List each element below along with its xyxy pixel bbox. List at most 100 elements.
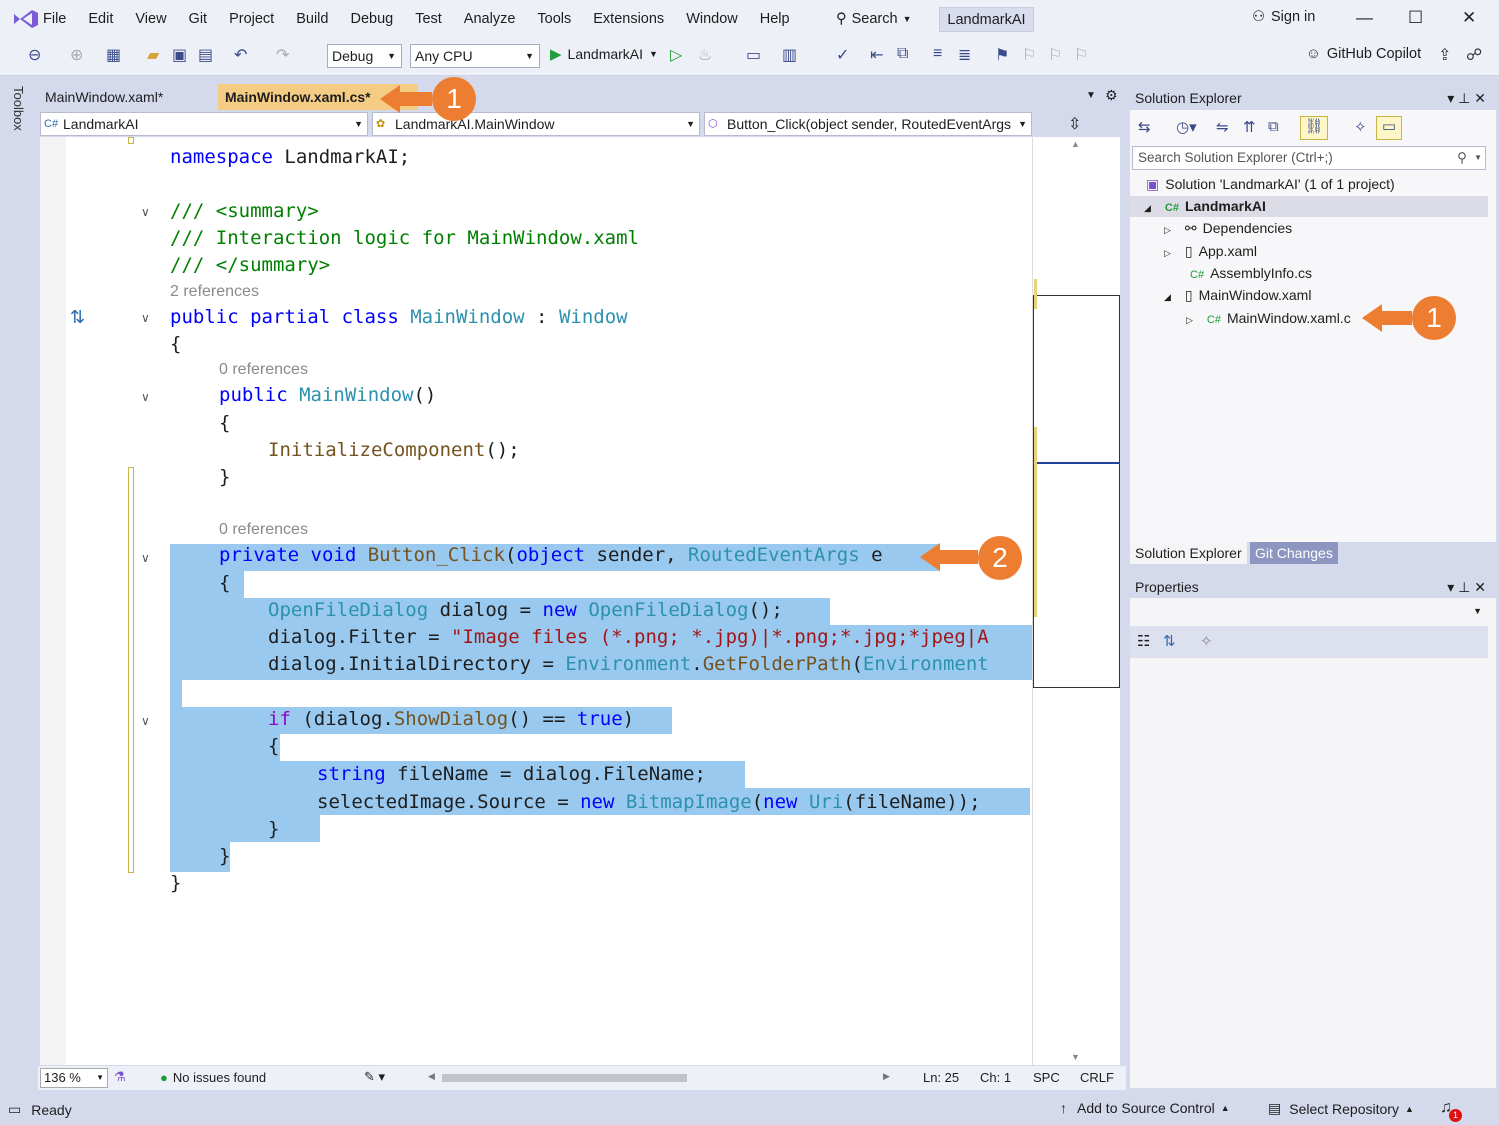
menu-git[interactable]: Git: [189, 11, 208, 27]
bookmark-icon[interactable]: ⚑: [995, 45, 1009, 65]
bookmark-clear-icon[interactable]: ⚐: [1074, 45, 1088, 65]
browse-icon[interactable]: ▭: [746, 45, 761, 65]
sign-in-button[interactable]: ⚇ Sign in: [1252, 9, 1315, 25]
tab-list-icon[interactable]: ▼: [1086, 90, 1096, 101]
history-icon[interactable]: ◷▾: [1176, 118, 1197, 136]
layout-icon[interactable]: ▥: [782, 45, 797, 65]
scroll-up-icon[interactable]: ▲: [1071, 139, 1080, 149]
start-debugging-button[interactable]: ▶ LandmarkAI ▼: [550, 45, 658, 63]
scrollbar-minimap[interactable]: ▲ ▼: [1032, 137, 1120, 1065]
outdent-icon[interactable]: ≣: [958, 45, 971, 65]
code-lens-references[interactable]: 0 references: [219, 361, 308, 379]
tree-item-solution[interactable]: ▣ Solution 'LandmarkAI' (1 of 1 project): [1146, 176, 1395, 193]
search-button[interactable]: ⚲ Search ▼: [836, 7, 912, 31]
select-repository-button[interactable]: ▤ Select Repository ▲: [1268, 1100, 1414, 1117]
share-icon[interactable]: ⇪: [1438, 45, 1451, 65]
menu-project[interactable]: Project: [229, 11, 274, 27]
menu-debug[interactable]: Debug: [350, 11, 393, 27]
minimize-icon[interactable]: —: [1356, 8, 1373, 28]
scroll-right-icon[interactable]: ▶: [883, 1071, 890, 1082]
categorized-icon[interactable]: ☷: [1137, 632, 1150, 650]
save-all-icon[interactable]: ▤: [198, 45, 213, 65]
tree-item-app-xaml[interactable]: ▷ ▯ App.xaml: [1164, 243, 1257, 260]
scroll-left-icon[interactable]: ◀: [428, 1071, 435, 1082]
notifications-button[interactable]: ♫ 1: [1440, 1099, 1462, 1122]
line-number[interactable]: Ln: 25: [923, 1070, 959, 1085]
split-editor-icon[interactable]: ⇳: [1068, 114, 1081, 134]
property-pages-icon[interactable]: ✧: [1200, 632, 1213, 650]
preview-icon[interactable]: ▭: [1376, 116, 1402, 140]
spell-check-icon[interactable]: ✓: [836, 45, 849, 65]
switch-views-icon[interactable]: ⇋: [1216, 118, 1229, 136]
alphabetical-icon[interactable]: ⇅: [1163, 632, 1176, 650]
show-all-files-icon[interactable]: ⛓: [1300, 116, 1328, 140]
undo-icon[interactable]: ↶: [234, 45, 247, 65]
code-cleanup-icon[interactable]: ⚗: [114, 1069, 126, 1085]
brush-icon[interactable]: ✎ ▾: [364, 1069, 385, 1085]
collapse-icon[interactable]: ∨: [141, 551, 150, 565]
column-number[interactable]: Ch: 1: [980, 1070, 1011, 1085]
copy-icon[interactable]: ⧉: [1268, 118, 1279, 135]
open-folder-icon[interactable]: ▰: [147, 45, 159, 65]
indent-icon[interactable]: ≡: [933, 45, 942, 63]
platform-select[interactable]: Any CPU ▼: [410, 44, 540, 68]
collapse-icon[interactable]: ∨: [141, 390, 150, 404]
properties-wrench-icon[interactable]: ✧: [1354, 118, 1367, 136]
menu-help[interactable]: Help: [760, 11, 790, 27]
scroll-down-icon[interactable]: ▼: [1071, 1052, 1080, 1062]
bookmark-prev-icon[interactable]: ⚐: [1022, 45, 1036, 65]
forward-icon[interactable]: ⊕: [70, 45, 83, 65]
tab-solution-explorer[interactable]: Solution Explorer: [1130, 542, 1247, 564]
line-ending-mode[interactable]: CRLF: [1080, 1070, 1114, 1085]
code-lens-references[interactable]: 2 references: [170, 283, 259, 301]
menu-test[interactable]: Test: [415, 11, 442, 27]
start-without-debugging-icon[interactable]: ▷: [670, 45, 682, 65]
save-icon[interactable]: ▣: [172, 45, 187, 65]
add-source-control-button[interactable]: ↑ Add to Source Control ▲: [1060, 1100, 1230, 1116]
whitespace-mode[interactable]: SPC: [1033, 1070, 1060, 1085]
toolbox-strip[interactable]: Toolbox: [0, 78, 38, 1095]
type-dropdown[interactable]: ✿ LandmarkAI.MainWindow ▼: [372, 112, 700, 136]
collapse-icon[interactable]: ∨: [141, 205, 150, 219]
menu-window[interactable]: Window: [686, 11, 738, 27]
menu-extensions[interactable]: Extensions: [593, 11, 664, 27]
maximize-icon[interactable]: ☐: [1408, 8, 1423, 28]
inheritance-margin-icon[interactable]: ⇅: [70, 307, 85, 328]
configuration-select[interactable]: Debug ▼: [327, 44, 402, 68]
object-select-chevron-icon[interactable]: ▼: [1473, 606, 1482, 616]
tree-item-mainwindow-xaml[interactable]: ◢ ▯ MainWindow.xaml: [1164, 287, 1311, 304]
menu-analyze[interactable]: Analyze: [464, 11, 516, 27]
feedback-icon[interactable]: ☍: [1466, 45, 1482, 65]
menu-view[interactable]: View: [135, 11, 166, 27]
project-dropdown[interactable]: C# LandmarkAI ▼: [40, 112, 368, 136]
tree-item-assemblyinfo[interactable]: C# AssemblyInfo.cs: [1190, 265, 1312, 281]
menu-file[interactable]: File: [43, 11, 66, 27]
tab-git-changes[interactable]: Git Changes: [1250, 542, 1338, 564]
redo-icon[interactable]: ↷: [276, 45, 289, 65]
pin-icon[interactable]: ▾ ⊥ ✕: [1447, 576, 1486, 598]
tree-item-mainwindow-xaml-cs[interactable]: ▷ C# MainWindow.xaml.c: [1186, 310, 1351, 326]
menu-build[interactable]: Build: [296, 11, 328, 27]
member-dropdown[interactable]: ⬡ Button_Click(object sender, RoutedEvent…: [704, 112, 1032, 136]
code-lens-references[interactable]: 0 references: [219, 521, 308, 539]
horizontal-scrollbar-thumb[interactable]: [442, 1074, 687, 1082]
tree-item-dependencies[interactable]: ▷ ⚯ Dependencies: [1164, 220, 1292, 237]
step-icon[interactable]: ⇤: [870, 45, 883, 65]
bookmark-next-icon[interactable]: ⚐: [1048, 45, 1062, 65]
menu-tools[interactable]: Tools: [537, 11, 571, 27]
hot-reload-icon[interactable]: ♨: [698, 45, 712, 65]
collapse-all-icon[interactable]: ⇈: [1243, 118, 1256, 136]
compare-icon[interactable]: ⧉: [897, 45, 908, 63]
new-item-icon[interactable]: ▦: [106, 45, 121, 65]
zoom-select[interactable]: 136 % ▼: [40, 1068, 108, 1088]
code-editor[interactable]: ∨ ∨ ∨ ∨ ∨ ⇅ namespace LandmarkAI; /// <s…: [40, 137, 1032, 1065]
collapse-icon[interactable]: ∨: [141, 714, 150, 728]
solution-name-badge[interactable]: LandmarkAI: [939, 7, 1034, 32]
tree-item-project[interactable]: ◢ C# LandmarkAI: [1144, 198, 1266, 214]
pin-icon[interactable]: ▾ ⊥ ✕: [1447, 87, 1486, 109]
solution-search-box[interactable]: Search Solution Explorer (Ctrl+;) ⚲ ▼: [1132, 146, 1486, 170]
github-copilot-button[interactable]: ☺ GitHub Copilot: [1306, 46, 1421, 62]
minimap-viewport[interactable]: [1033, 295, 1120, 688]
issues-indicator[interactable]: ● No issues found: [160, 1070, 266, 1085]
menu-edit[interactable]: Edit: [88, 11, 113, 27]
